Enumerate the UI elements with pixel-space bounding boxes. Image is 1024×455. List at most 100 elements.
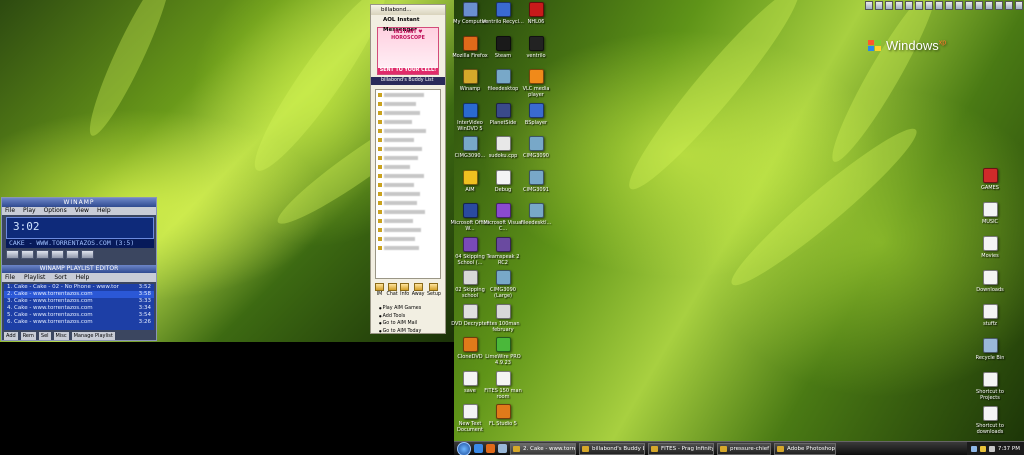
aim-title-bar[interactable]: billabond... [371,5,445,15]
desktop-icon[interactable]: stuffz [968,304,1012,327]
buddy-entry[interactable] [378,244,438,252]
buddy-entry[interactable] [378,199,438,207]
desktop-icon[interactable]: fites 100man february [481,303,525,333]
desktop-icon[interactable]: CIMG3090 [514,136,558,159]
buddy-entry[interactable] [378,145,438,153]
tray-volume-icon[interactable] [988,445,995,452]
buddy-entry[interactable] [378,226,438,234]
aim-link-games[interactable]: Play AIM Games [379,305,422,313]
buddy-list[interactable] [375,89,441,279]
desktop-icon[interactable]: NHL06 [514,2,558,25]
buddy-entry[interactable] [378,235,438,243]
aim-buddy-list-window[interactable]: billabond... AOL Instant Messenger INSTA… [370,4,446,334]
shortcut-icon[interactable] [955,1,963,10]
buddy-entry[interactable] [378,217,438,225]
buddy-entry[interactable] [378,136,438,144]
shortcut-icon[interactable] [995,1,1003,10]
shortcut-icon[interactable] [985,1,993,10]
buddy-entry[interactable] [378,190,438,198]
buddy-entry[interactable] [378,118,438,126]
eject-button[interactable] [81,250,94,259]
aim-away-button[interactable]: Away [412,283,425,301]
desktop-icon[interactable]: FL Studio 5 [481,404,525,427]
shortcut-icon[interactable] [965,1,973,10]
desktop-icon[interactable]: Shortcut to downloads [968,406,1012,435]
playlist-item[interactable]: 3. Cake - www.torrentazos.com 3:33 [4,298,154,305]
playlist-title-bar[interactable]: WINAMP PLAYLIST EDITOR [2,265,156,273]
play-button[interactable] [21,250,34,259]
shortcut-icon[interactable] [1005,1,1013,10]
shortcut-icon[interactable] [885,1,893,10]
desktop-icon[interactable]: GAMES [968,168,1012,191]
buddy-entry[interactable] [378,172,438,180]
playlist-select-button[interactable]: Sel [38,332,51,340]
buddy-entry[interactable] [378,181,438,189]
playlist-add-button[interactable]: Add [4,332,18,340]
quicklaunch-desktop-icon[interactable] [498,444,507,453]
winamp-menu-play[interactable]: Play [23,207,36,215]
shortcut-icon[interactable] [975,1,983,10]
desktop-icon[interactable]: Movies [968,236,1012,259]
taskbar-item-aim[interactable]: billabond's Buddy Lis... [579,442,645,455]
shortcut-icon[interactable] [935,1,943,10]
taskbar-item-winamp[interactable]: 2. Cake - www.torre... [510,442,576,455]
tray-clock[interactable]: 7:37 PM [998,446,1020,452]
winamp-menu-options[interactable]: Options [44,207,67,215]
buddy-entry[interactable] [378,91,438,99]
shortcut-icon[interactable] [945,1,953,10]
playlist-item[interactable]: 5. Cake - www.torrentazos.com 3:54 [4,312,154,319]
tray-aim-icon[interactable] [979,445,986,452]
manage-playlist-button[interactable]: Manage Playlist [71,332,115,340]
previous-button[interactable] [6,250,19,259]
aim-link-tools[interactable]: Add Tools [379,313,421,321]
playlist-menu-file[interactable]: File [5,273,15,282]
desktop-icon[interactable]: CIMG3090 (Large) [481,270,525,299]
shortcut-icon[interactable] [925,1,933,10]
desktop-icon[interactable]: Downloads [968,270,1012,293]
playlist-menu-help[interactable]: Help [76,273,90,282]
playlist-misc-button[interactable]: Misc [53,332,69,340]
desktop-icon[interactable]: Teamspeak 2 RC2 [481,236,525,266]
desktop-icon[interactable]: MUSIC [968,202,1012,225]
playlist-item[interactable]: 4. Cake - www.torrentazos.com 3:34 [4,305,154,312]
aim-link-today[interactable]: Go to AIM Today [379,328,422,336]
winamp-menu-file[interactable]: File [5,207,15,215]
shortcut-icon[interactable] [865,1,873,10]
quicklaunch-ie-icon[interactable] [474,444,483,453]
start-button[interactable] [457,441,471,455]
next-button[interactable] [66,250,79,259]
aim-link-mail[interactable]: Go to AIM Mail [379,320,421,328]
desktop-icon[interactable]: ventrilo [514,35,558,59]
winamp-menu-help[interactable]: Help [97,207,111,215]
playlist-item[interactable]: 6. Cake - www.torrentazos.com 3:26 [4,319,154,326]
winamp-title-bar[interactable]: WINAMP [2,198,156,207]
shortcut-icon[interactable] [875,1,883,10]
desktop-icon[interactable]: Shortcut to Projects [968,372,1012,401]
playlist-menu-playlist[interactable]: Playlist [24,273,45,282]
playlist-item[interactable]: 2. Cake - www.torrentazos.com 3:58 [4,291,154,298]
desktop-icon[interactable]: CIMG3091 [514,169,558,193]
playlist-menu-sort[interactable]: Sort [54,273,66,282]
desktop-icon[interactable]: Recycle Bin [968,338,1012,361]
pause-button[interactable] [36,250,49,259]
desktop-icon[interactable]: VLC media player [514,69,558,98]
aim-setup-button[interactable]: Setup [427,283,441,301]
shortcut-icon[interactable] [915,1,923,10]
playlist-item[interactable]: 1. Cake - Cake - 02 - No Phone - www.tor… [4,284,154,291]
buddy-entry[interactable] [378,127,438,135]
shortcut-icon[interactable] [895,1,903,10]
winamp-window[interactable]: WINAMP File Play Options View Help 3:02 … [1,197,157,341]
buddy-entry[interactable] [378,100,438,108]
shortcut-icon[interactable] [905,1,913,10]
desktop-icon[interactable]: BSplayer [514,102,558,126]
aim-info-button[interactable]: Info [400,283,409,301]
buddy-entry[interactable] [378,208,438,216]
taskbar-item-fites[interactable]: FITES - Prag Infinity ... [648,442,714,455]
buddy-entry[interactable] [378,154,438,162]
desktop-icon[interactable]: fileedesktl... [514,203,558,226]
playlist-remove-button[interactable]: Rem [20,332,36,340]
shortcut-icon[interactable] [1015,1,1023,10]
winamp-menu-view[interactable]: View [75,207,89,215]
tray-network-icon[interactable] [970,445,977,452]
desktop-icon[interactable]: LimeWire PRO 4.9.23 [481,337,525,366]
